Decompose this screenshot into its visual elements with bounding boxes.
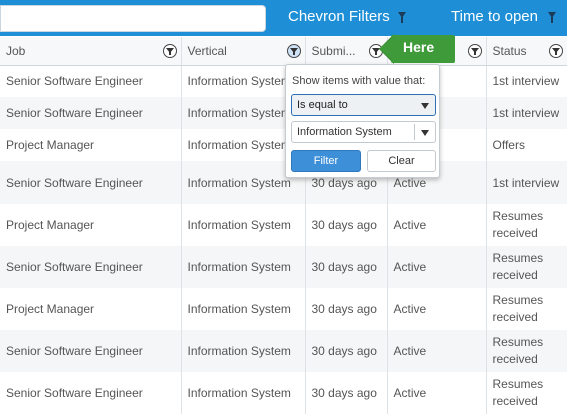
jobs-grid: Job Vertical Submi... Status Senior Soft…: [0, 37, 567, 414]
chevron-down-icon[interactable]: [421, 130, 429, 136]
cell-submitted: 30 days ago: [305, 246, 388, 288]
cell-vertical: Information System: [181, 288, 306, 330]
chevron-down-icon[interactable]: [421, 103, 429, 109]
table-row[interactable]: Senior Software Engineer Information Sys…: [0, 97, 567, 129]
cell-job: Senior Software Engineer: [0, 372, 182, 414]
filter-popup-title: Show items with value that:: [292, 75, 426, 87]
column-filter-icon[interactable]: [467, 44, 482, 58]
column-header-job[interactable]: Job: [0, 37, 182, 66]
cell-status: Resumes received: [486, 372, 567, 414]
header-row: Job Vertical Submi... Status: [0, 37, 567, 66]
cell-job: Senior Software Engineer: [0, 97, 182, 129]
cell-status: Resumes received: [486, 204, 567, 246]
cell-state: Active: [387, 330, 487, 372]
here-callout: Here: [379, 32, 461, 66]
column-filter-icon[interactable]: [286, 44, 301, 58]
cell-job: Senior Software Engineer: [0, 330, 182, 372]
filter-operator-value: Is equal to: [297, 99, 348, 111]
filter-popup: Show items with value that: Is equal to …: [285, 64, 440, 178]
callout-label: Here: [403, 39, 435, 55]
cell-vertical: Information System: [181, 204, 306, 246]
column-header-label: Submi...: [311, 43, 356, 58]
filter-button[interactable]: Filter: [291, 150, 361, 172]
cell-job: Project Manager: [0, 288, 182, 330]
table-row[interactable]: Project Manager Information System Offer…: [0, 129, 567, 161]
cell-job: Senior Software Engineer: [0, 161, 182, 204]
table-row[interactable]: Project Manager Information System 30 da…: [0, 204, 567, 246]
cell-vertical: Information System: [181, 330, 306, 372]
column-header-label: Job: [6, 43, 26, 58]
cell-status: Resumes received: [486, 330, 567, 372]
filter-value-select[interactable]: Information System: [291, 121, 436, 143]
table-row[interactable]: Senior Software Engineer Information Sys…: [0, 372, 567, 414]
cell-submitted: 30 days ago: [305, 330, 388, 372]
column-header-vertical[interactable]: Vertical: [181, 37, 306, 66]
table-row[interactable]: Senior Software Engineer Information Sys…: [0, 330, 567, 372]
cell-submitted: 30 days ago: [305, 288, 388, 330]
cell-submitted: 30 days ago: [305, 372, 388, 414]
table-row[interactable]: Project Manager Information System 30 da…: [0, 288, 567, 330]
dropdown-divider: [414, 124, 415, 140]
funnel-icon[interactable]: [548, 12, 556, 23]
column-filter-icon[interactable]: [162, 44, 177, 58]
cell-state: Active: [387, 204, 487, 246]
chevron-filters-label[interactable]: Chevron Filters: [288, 8, 390, 25]
clear-button[interactable]: Clear: [367, 150, 436, 172]
column-header-submitted[interactable]: Submi...: [305, 37, 388, 66]
cell-state: Active: [387, 372, 487, 414]
cell-job: Senior Software Engineer: [0, 65, 182, 97]
cell-job: Project Manager: [0, 129, 182, 161]
column-header-label: Vertical: [187, 43, 227, 58]
cell-submitted: 30 days ago: [305, 204, 388, 246]
time-to-open-label[interactable]: Time to open: [451, 8, 538, 25]
cell-status: 1st interview: [486, 97, 567, 129]
filter-operator-select[interactable]: Is equal to: [291, 94, 436, 116]
cell-status: Offers: [486, 129, 567, 161]
filter-value-text: Information System: [297, 126, 392, 138]
cell-status: 1st interview: [486, 161, 567, 204]
cell-job: Project Manager: [0, 204, 182, 246]
column-header-label: Status: [492, 43, 527, 58]
cell-job: Senior Software Engineer: [0, 246, 182, 288]
table-row[interactable]: Senior Software Engineer Information Sys…: [0, 246, 567, 288]
table-row[interactable]: Senior Software Engineer Information Sys…: [0, 161, 567, 204]
cell-status: Resumes received: [486, 246, 567, 288]
column-header-status[interactable]: Status: [486, 37, 567, 66]
column-filter-icon[interactable]: [549, 44, 563, 58]
funnel-icon[interactable]: [398, 12, 406, 23]
cell-state: Active: [387, 246, 487, 288]
cell-state: Active: [387, 288, 487, 330]
toolbar: Chevron Filters Time to open: [0, 0, 567, 36]
cell-vertical: Information System: [181, 372, 306, 414]
search-input[interactable]: [0, 5, 266, 32]
cell-status: Resumes received: [486, 288, 567, 330]
cell-status: 1st interview: [486, 65, 567, 97]
cell-vertical: Information System: [181, 246, 306, 288]
table-row[interactable]: Senior Software Engineer Information Sys…: [0, 65, 567, 97]
